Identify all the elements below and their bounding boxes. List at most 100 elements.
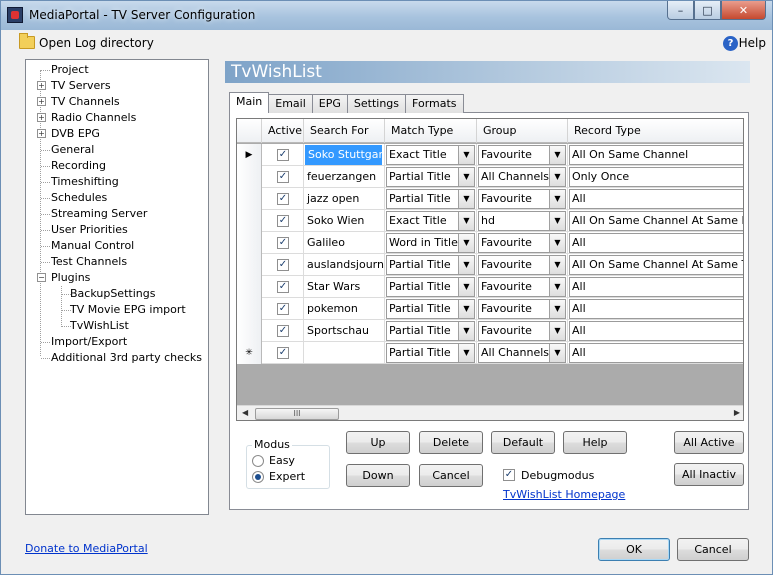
row-header[interactable]: ▶: [237, 144, 262, 166]
match-type-select[interactable]: Partial Title ▼: [386, 321, 475, 341]
match-type-select[interactable]: Partial Title ▼: [386, 343, 475, 363]
search-for-value[interactable]: Galileo: [304, 232, 385, 254]
chevron-down-icon[interactable]: ▼: [549, 234, 565, 252]
table-row[interactable]: ▶ ✓ Soko Stuttgart Exact Title ▼ Favourite ▼ Al…: [237, 144, 743, 166]
column-header-search-for[interactable]: Search For: [304, 119, 385, 143]
minimize-button[interactable]: –: [667, 1, 694, 20]
tree-item-timeshifting[interactable]: Timeshifting: [51, 175, 119, 189]
search-for-value[interactable]: Sportschau: [304, 320, 385, 342]
active-checkbox[interactable]: ✓: [277, 171, 289, 183]
search-for-value[interactable]: [304, 342, 385, 364]
table-row[interactable]: ✓ feuerzangen Partial Title ▼ All Channels ▼ O…: [237, 166, 743, 188]
chevron-down-icon[interactable]: ▼: [458, 256, 474, 274]
record-type-select[interactable]: Only Once: [569, 167, 743, 187]
default-button[interactable]: Default: [491, 431, 555, 454]
match-type-select[interactable]: Exact Title ▼: [386, 145, 475, 165]
close-button[interactable]: ✕: [721, 1, 766, 20]
active-checkbox[interactable]: ✓: [277, 215, 289, 227]
record-type-select[interactable]: All: [569, 299, 743, 319]
folder-icon[interactable]: [19, 33, 35, 49]
up-button[interactable]: Up: [346, 431, 410, 454]
match-type-select[interactable]: Partial Title ▼: [386, 277, 475, 297]
active-checkbox[interactable]: ✓: [277, 325, 289, 337]
active-checkbox[interactable]: ✓: [277, 237, 289, 249]
modus-expert-label[interactable]: Expert: [269, 470, 305, 483]
tree-item-backup-settings[interactable]: BackupSettings: [70, 287, 155, 301]
chevron-down-icon[interactable]: ▼: [549, 256, 565, 274]
tree-item-streaming-server[interactable]: Streaming Server: [51, 207, 147, 221]
tab-email[interactable]: Email: [268, 94, 313, 113]
scroll-thumb[interactable]: III: [255, 408, 339, 420]
tree-item-manual-control[interactable]: Manual Control: [51, 239, 134, 253]
expand-icon[interactable]: +: [37, 81, 46, 90]
row-header[interactable]: [237, 210, 262, 232]
column-header-active[interactable]: Active: [262, 119, 304, 143]
group-select[interactable]: hd ▼: [478, 211, 566, 231]
tvwishlist-homepage-link[interactable]: TvWishList Homepage: [503, 488, 625, 501]
table-row[interactable]: ✓ pokemon Partial Title ▼ Favourite ▼ All: [237, 298, 743, 320]
tree-item-project[interactable]: Project: [51, 63, 89, 77]
chevron-down-icon[interactable]: ▼: [549, 146, 565, 164]
search-for-value[interactable]: jazz open: [304, 188, 385, 210]
row-header[interactable]: [237, 254, 262, 276]
chevron-down-icon[interactable]: ▼: [458, 322, 474, 340]
tree-item-test-channels[interactable]: Test Channels: [51, 255, 127, 269]
row-header[interactable]: [237, 166, 262, 188]
search-cell[interactable]: Soko Stuttgart: [304, 144, 385, 166]
horizontal-scrollbar[interactable]: ◀ III ▶: [237, 405, 743, 420]
match-type-select[interactable]: Partial Title ▼: [386, 255, 475, 275]
help-grid-button[interactable]: Help: [563, 431, 627, 454]
group-select[interactable]: Favourite ▼: [478, 277, 566, 297]
match-type-select[interactable]: Partial Title ▼: [386, 189, 475, 209]
chevron-down-icon[interactable]: ▼: [458, 344, 474, 362]
table-row[interactable]: ✓ Soko Wien Exact Title ▼ hd ▼ All On Same Cha…: [237, 210, 743, 232]
chevron-down-icon[interactable]: ▼: [549, 344, 565, 362]
tree-item-tvwishlist[interactable]: TvWishList: [70, 319, 129, 333]
maximize-button[interactable]: □: [694, 1, 721, 20]
column-header-group[interactable]: Group: [477, 119, 568, 143]
active-checkbox[interactable]: ✓: [277, 149, 289, 161]
table-row[interactable]: ✓ auslandsjournal Partial Title ▼ Favourite ▼…: [237, 254, 743, 276]
chevron-down-icon[interactable]: ▼: [458, 190, 474, 208]
all-inactive-button[interactable]: All Inactiv: [674, 463, 744, 486]
search-for-value[interactable]: Star Wars: [304, 276, 385, 298]
tree-item-additional-checks[interactable]: Additional 3rd party checks: [51, 351, 202, 365]
chevron-down-icon[interactable]: ▼: [549, 278, 565, 296]
wishlist-grid[interactable]: Active Search For Match Type Group Recor…: [236, 118, 744, 421]
search-for-value[interactable]: Soko Stuttgart: [305, 145, 384, 165]
cancel-button[interactable]: Cancel: [677, 538, 749, 561]
navigation-tree[interactable]: Project + TV Servers + TV Channels + Radio …: [25, 59, 209, 515]
collapse-icon[interactable]: −: [37, 273, 46, 282]
search-for-value[interactable]: feuerzangen: [304, 166, 385, 188]
open-log-directory-button[interactable]: Open Log directory: [39, 36, 154, 50]
debugmodus-label[interactable]: Debugmodus: [521, 469, 594, 482]
chevron-down-icon[interactable]: ▼: [458, 168, 474, 186]
record-type-select[interactable]: All On Same Channel: [569, 145, 743, 165]
group-select[interactable]: All Channels ▼: [478, 167, 566, 187]
group-select[interactable]: Favourite ▼: [478, 299, 566, 319]
expand-icon[interactable]: +: [37, 97, 46, 106]
record-type-select[interactable]: All: [569, 321, 743, 341]
column-header-record-type[interactable]: Record Type: [568, 119, 743, 143]
modus-easy-label[interactable]: Easy: [269, 454, 295, 467]
all-active-button[interactable]: All Active: [674, 431, 744, 454]
tree-item-import-export[interactable]: Import/Export: [51, 335, 127, 349]
row-header[interactable]: [237, 188, 262, 210]
group-select[interactable]: Favourite ▼: [478, 233, 566, 253]
row-header[interactable]: [237, 276, 262, 298]
title-bar[interactable]: MediaPortal - TV Server Configuration – …: [1, 1, 772, 30]
chevron-down-icon[interactable]: ▼: [549, 190, 565, 208]
active-checkbox[interactable]: ✓: [277, 259, 289, 271]
record-type-select[interactable]: All: [569, 189, 743, 209]
table-row[interactable]: ✓ Galileo Word in Title ▼ Favourite ▼ All: [237, 232, 743, 254]
tree-item-tv-servers[interactable]: + TV Servers: [37, 79, 111, 93]
group-select[interactable]: Favourite ▼: [478, 145, 566, 165]
active-checkbox[interactable]: ✓: [277, 193, 289, 205]
group-select[interactable]: All Channels ▼: [478, 343, 566, 363]
tree-item-tv-channels[interactable]: + TV Channels: [37, 95, 120, 109]
search-for-value[interactable]: auslandsjournal: [304, 254, 385, 276]
tree-item-dvb-epg[interactable]: + DVB EPG: [37, 127, 100, 141]
group-select[interactable]: Favourite ▼: [478, 321, 566, 341]
tab-main[interactable]: Main: [229, 92, 270, 113]
record-type-select[interactable]: All: [569, 233, 743, 253]
